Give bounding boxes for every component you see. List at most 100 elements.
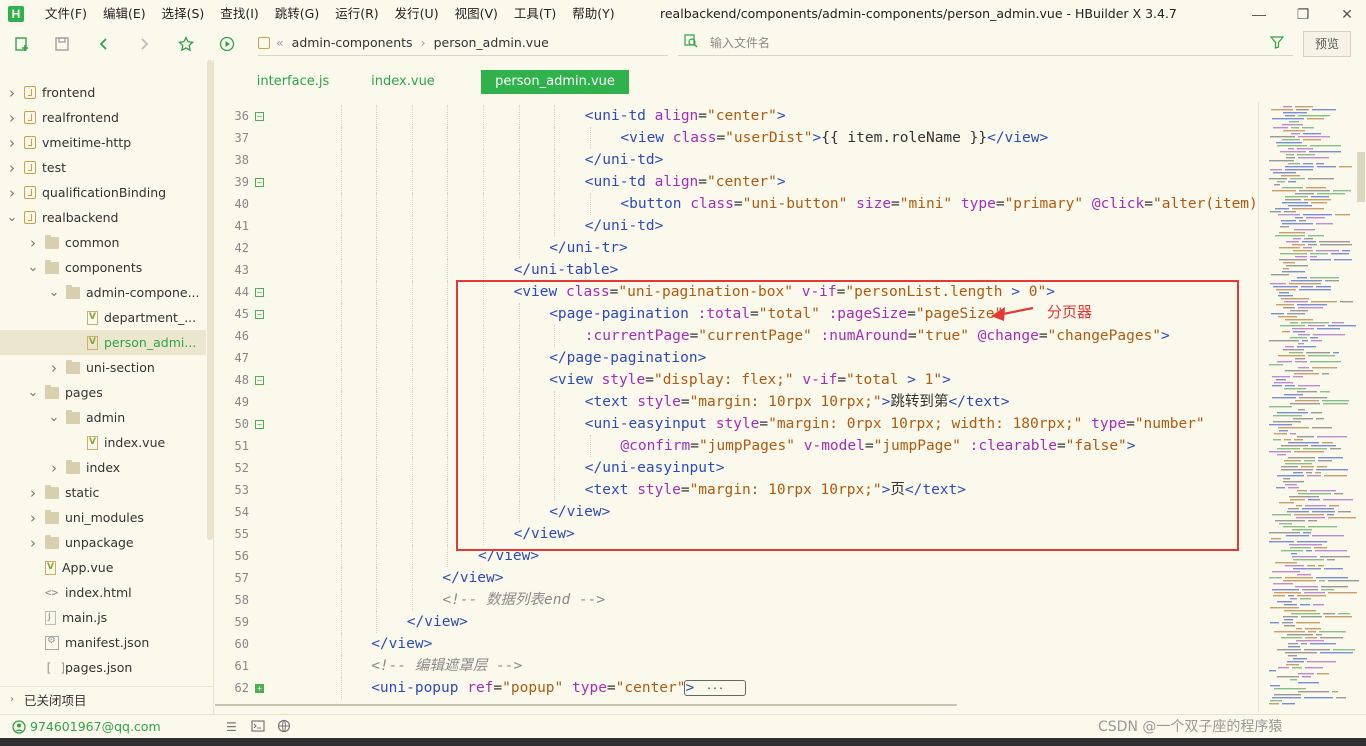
tree-item[interactable]: › vmeitime-http bbox=[0, 130, 206, 155]
menu-item[interactable]: 发行(U) bbox=[387, 0, 447, 28]
tree-item[interactable]: ⌄ admin-compone... bbox=[0, 280, 206, 305]
code-token: <uni-td bbox=[584, 174, 655, 190]
menu-item[interactable]: 跳转(G) bbox=[267, 0, 327, 28]
fold-expand-icon[interactable]: + bbox=[255, 684, 264, 693]
terminal-icon[interactable] bbox=[251, 719, 265, 736]
menu-item[interactable]: 帮助(Y) bbox=[564, 0, 622, 28]
minimap-line bbox=[1282, 202, 1308, 204]
tree-item[interactable]: person_admi... bbox=[0, 330, 206, 355]
tree-item[interactable]: › realfrontend bbox=[0, 105, 206, 130]
globe-icon[interactable] bbox=[277, 719, 292, 737]
code-line[interactable]: </uni-td> bbox=[585, 215, 664, 237]
new-file-icon[interactable] bbox=[12, 34, 32, 54]
list-icon[interactable]: ☰ bbox=[226, 720, 237, 734]
indent-guide bbox=[340, 413, 342, 435]
filter-icon[interactable] bbox=[1269, 35, 1285, 52]
tree-item[interactable]: › index bbox=[0, 455, 206, 480]
tree-item[interactable]: index.vue bbox=[0, 430, 206, 455]
code-line[interactable]: </uni-table> bbox=[514, 259, 619, 281]
close-icon[interactable]: ✕ bbox=[1337, 4, 1357, 24]
fold-collapse-icon[interactable]: − bbox=[255, 310, 264, 319]
fold-collapse-icon[interactable]: − bbox=[255, 178, 264, 187]
tab-index-vue[interactable]: index.vue bbox=[353, 70, 453, 94]
menu-item[interactable]: 编辑(E) bbox=[95, 0, 154, 28]
code-line[interactable]: <!-- 编辑遮罩层 --> bbox=[371, 655, 522, 677]
code-line[interactable]: <uni-td align="center"> bbox=[585, 171, 786, 193]
breadcrumb-item[interactable]: admin-components bbox=[292, 35, 413, 50]
tree-item[interactable]: › frontend bbox=[0, 80, 206, 105]
tree-item[interactable]: department_... bbox=[0, 305, 206, 330]
chevron-right-icon: › bbox=[30, 233, 36, 252]
favorite-star-icon[interactable] bbox=[176, 34, 196, 54]
tab-person-admin-vue[interactable]: person_admin.vue bbox=[481, 70, 629, 94]
menu-item[interactable]: 工具(T) bbox=[506, 0, 564, 28]
code-line[interactable]: </view> bbox=[407, 611, 468, 633]
tree-item[interactable]: › unpackage bbox=[0, 530, 206, 555]
run-icon[interactable] bbox=[217, 34, 237, 54]
code-editor[interactable]: 36− <uni-td align="center"> 37 <view class=… bbox=[215, 102, 1255, 706]
minimap-line bbox=[1311, 445, 1336, 447]
menu-item[interactable]: 文件(F) bbox=[37, 0, 95, 28]
tree-item[interactable]: › static bbox=[0, 480, 206, 505]
minimap-line bbox=[1292, 667, 1302, 669]
minimize-icon[interactable]: — bbox=[1249, 4, 1269, 24]
code-line[interactable]: <button class="uni-button" size="mini" t… bbox=[620, 193, 1255, 215]
save-icon[interactable] bbox=[52, 34, 72, 54]
indent-guide bbox=[411, 259, 413, 281]
closed-projects[interactable]: › 已关闭项目 bbox=[0, 686, 214, 712]
tree-item[interactable]: manifest.json bbox=[0, 630, 206, 655]
tree-item[interactable]: App.vue bbox=[0, 555, 206, 580]
menu-item[interactable]: 查找(I) bbox=[212, 0, 266, 28]
fold-placeholder[interactable]: ... bbox=[684, 680, 746, 696]
tree-item[interactable]: › uni_modules bbox=[0, 505, 206, 530]
line-number: 54 bbox=[234, 505, 249, 519]
fold-collapse-icon[interactable]: − bbox=[255, 112, 264, 121]
restore-icon[interactable]: ❐ bbox=[1293, 4, 1313, 24]
editor-scrollbar[interactable] bbox=[1357, 152, 1365, 202]
tree-item[interactable]: ⌄ pages bbox=[0, 380, 206, 405]
tree-item[interactable]: ⌄ realbackend bbox=[0, 205, 206, 230]
back-icon[interactable] bbox=[94, 34, 114, 54]
breadcrumb-item[interactable]: person_admin.vue bbox=[434, 35, 549, 50]
indent-guide bbox=[340, 325, 342, 347]
tree-item[interactable]: › test bbox=[0, 155, 206, 180]
menu-item[interactable]: 视图(V) bbox=[447, 0, 506, 28]
code-line[interactable]: <uni-popup ref="popup" type="center"> bbox=[371, 677, 694, 699]
minimap-line bbox=[1288, 442, 1319, 444]
minimap[interactable] bbox=[1258, 102, 1366, 712]
indent-guide bbox=[483, 171, 484, 193]
fold-collapse-icon[interactable]: − bbox=[255, 288, 264, 297]
tree-item[interactable]: <> index.html bbox=[0, 580, 206, 605]
file-search-input[interactable] bbox=[710, 35, 1230, 50]
code-line[interactable]: <view class="userDist">{{ item.roleName … bbox=[620, 127, 1048, 149]
tree-item[interactable]: › common bbox=[0, 230, 206, 255]
code-line[interactable]: </view> bbox=[442, 567, 503, 589]
tree-item[interactable]: ⌄ components bbox=[0, 255, 206, 280]
code-line[interactable]: <!-- 数据列表end --> bbox=[442, 589, 605, 611]
forward-icon[interactable] bbox=[134, 34, 154, 54]
tab-interface-js[interactable]: interface.js bbox=[233, 70, 353, 94]
code-line[interactable]: </uni-tr> bbox=[549, 237, 628, 259]
minimap-line bbox=[1320, 556, 1350, 558]
code-line[interactable]: </uni-td> bbox=[585, 149, 664, 171]
menu-item[interactable]: 选择(S) bbox=[154, 0, 213, 28]
tree-item[interactable]: [ ] pages.json bbox=[0, 655, 206, 680]
horizontal-scrollbar[interactable] bbox=[215, 704, 957, 706]
project-icon bbox=[24, 186, 36, 199]
indent-guide bbox=[447, 281, 449, 303]
code-line[interactable]: <uni-td align="center"> bbox=[585, 105, 786, 127]
fold-collapse-icon[interactable]: − bbox=[255, 376, 264, 385]
tree-item[interactable]: main.js bbox=[0, 605, 206, 630]
code-line[interactable]: </view> bbox=[371, 633, 432, 655]
sidebar-scrollbar[interactable] bbox=[207, 60, 213, 540]
code-token: > bbox=[776, 108, 786, 124]
tree-item[interactable]: ⌄ admin bbox=[0, 405, 206, 430]
preview-button[interactable]: 预览 bbox=[1303, 31, 1351, 57]
status-user-account[interactable]: 974601967@qq.com bbox=[30, 715, 161, 739]
indent-guide bbox=[447, 523, 449, 545]
tree-item[interactable]: › qualificationBinding bbox=[0, 180, 206, 205]
menu-item[interactable]: 运行(R) bbox=[327, 0, 386, 28]
fold-collapse-icon[interactable]: − bbox=[255, 420, 264, 429]
minimap-line bbox=[1292, 244, 1305, 246]
tree-item[interactable]: › uni-section bbox=[0, 355, 206, 380]
